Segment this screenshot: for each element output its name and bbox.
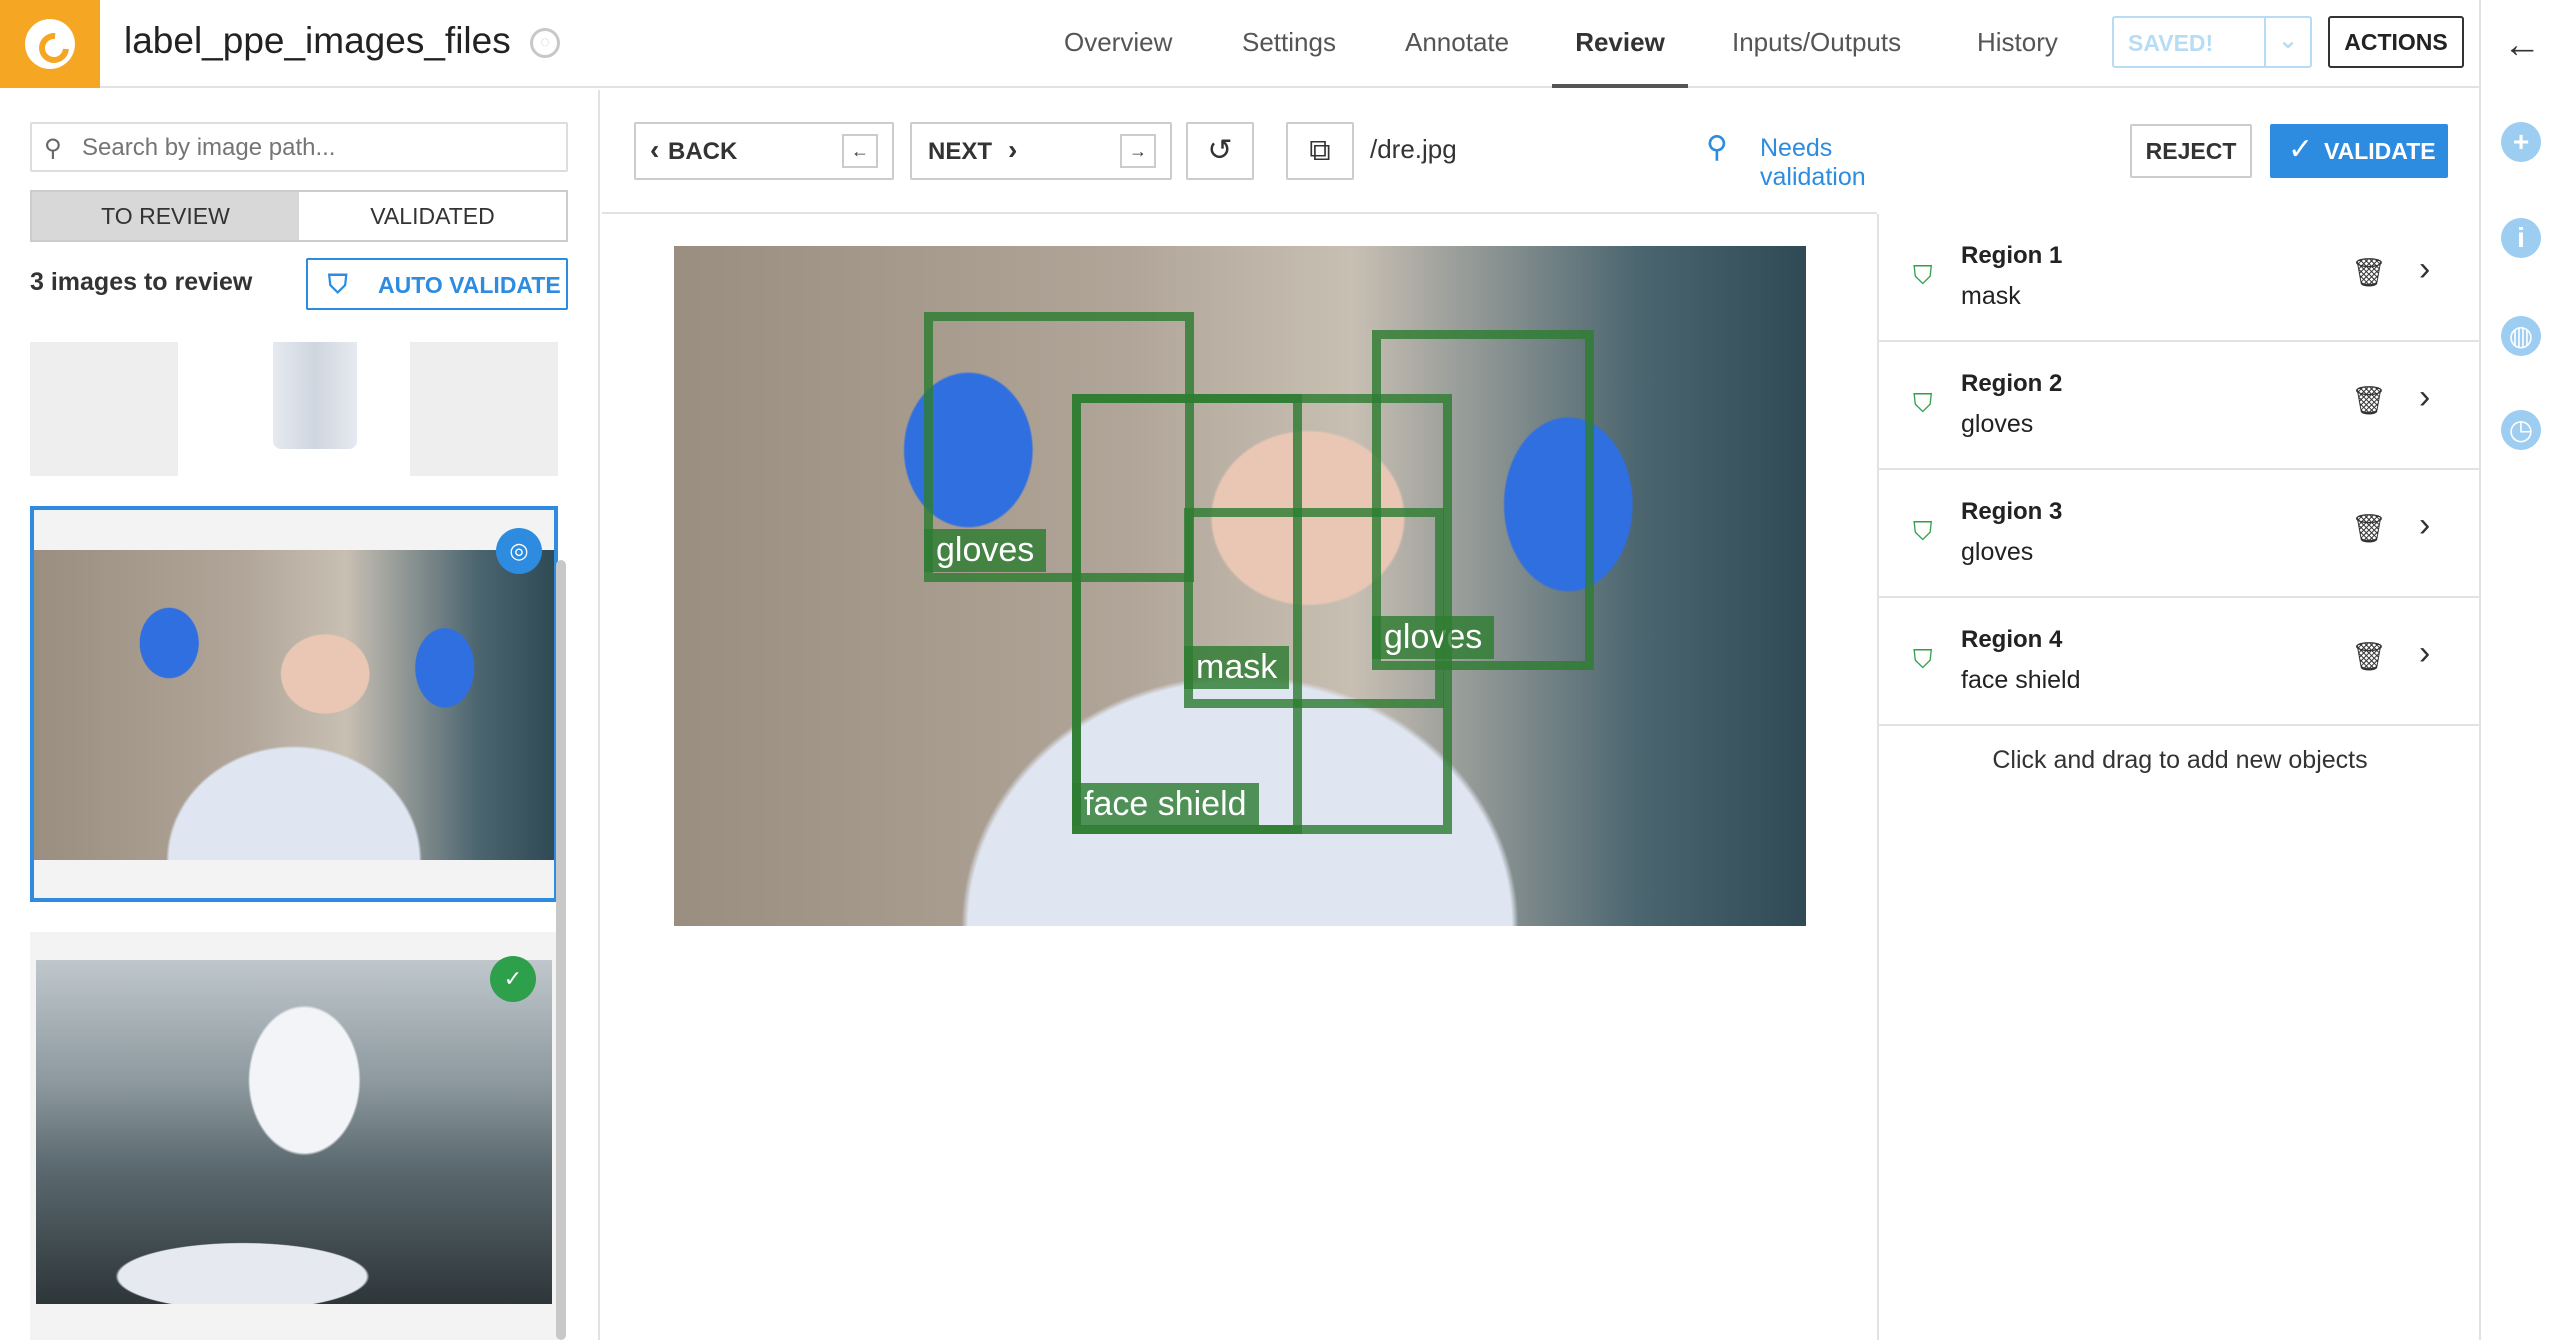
chevron-right-icon[interactable]: › — [2419, 506, 2430, 545]
image-list-panel: ⚲ TO REVIEW VALIDATED 3 images to review… — [0, 90, 600, 1340]
tab-settings[interactable]: Settings — [1242, 0, 1336, 88]
back-shortcut: ← — [842, 134, 878, 168]
copy-icon[interactable]: ⧉ — [1286, 122, 1354, 180]
validated-icon: ⛉ — [1913, 388, 1933, 418]
region-class: gloves — [1961, 538, 2034, 566]
search-icon: ⚲ — [44, 135, 62, 162]
tab-annotate[interactable]: Annotate — [1405, 0, 1509, 88]
review-tabs: TO REVIEW VALIDATED — [30, 190, 568, 242]
chevron-left-icon: ‹ — [650, 134, 660, 165]
thumbnail-image — [30, 342, 558, 476]
chat-icon[interactable]: ◍ — [2501, 316, 2541, 356]
region-item[interactable]: ⛉ Region 1 mask 🗑 › — [1879, 214, 2481, 342]
needs-validation-icon: ⚲ — [1706, 131, 1728, 164]
logo-icon — [25, 19, 75, 69]
auto-validate-label: AUTO VALIDATE — [378, 272, 561, 298]
validate-label: VALIDATE — [2324, 138, 2436, 164]
region-class: gloves — [1961, 410, 2034, 438]
thumbnail-list: ◎ ✓ — [30, 342, 568, 1340]
annotation-label: gloves — [924, 529, 1047, 572]
tab-history[interactable]: History — [1977, 0, 2058, 88]
validate-button[interactable]: ✓ VALIDATE — [2270, 124, 2448, 178]
chevron-right-icon: › — [1008, 134, 1018, 165]
validated-icon: ✓ — [490, 956, 536, 1002]
back-button[interactable]: ‹ BACK ← — [634, 122, 894, 180]
search-input[interactable] — [82, 132, 552, 164]
needs-validation-icon: ◎ — [496, 528, 542, 574]
thumbnail-item[interactable] — [30, 342, 558, 476]
annotation-box[interactable] — [1072, 394, 1452, 834]
actions-button[interactable]: ACTIONS — [2328, 16, 2464, 68]
check-icon: ✓ — [2288, 133, 2314, 166]
next-button[interactable]: NEXT › → — [910, 122, 1172, 180]
validate-shield-icon: ⛉ — [328, 269, 348, 299]
images-count: 3 images to review — [30, 268, 253, 296]
chevron-right-icon[interactable]: › — [2419, 634, 2430, 673]
saved-label: SAVED! — [2128, 30, 2214, 56]
app-root: label_ppe_images_files ◌ Overview Settin… — [0, 0, 2560, 1340]
region-name: Region 2 — [1961, 370, 2063, 397]
top-bar: label_ppe_images_files ◌ Overview Settin… — [0, 0, 2479, 88]
review-toolbar: ‹ BACK ← NEXT › → ↺ ⧉ /dre.jpg ⚲ Needs v… — [602, 90, 2448, 214]
chevron-right-icon[interactable]: › — [2419, 250, 2430, 289]
validated-icon: ⛉ — [1913, 516, 1933, 546]
tab-overview[interactable]: Overview — [1064, 0, 1172, 88]
regions-panel: ⛉ Region 1 mask 🗑 › ⛉ Region 2 gloves 🗑 … — [1877, 214, 2481, 1340]
tab-review[interactable]: Review — [1552, 0, 1688, 88]
tab-validated[interactable]: VALIDATED — [299, 192, 566, 240]
next-shortcut: → — [1120, 134, 1156, 168]
annotation-canvas[interactable]: gloves mask gloves face shield — [602, 216, 1877, 1340]
reject-button[interactable]: REJECT — [2130, 124, 2252, 178]
validated-icon: ⛉ — [1913, 260, 1933, 290]
arrow-left-icon[interactable]: ← — [2503, 24, 2541, 67]
region-class: mask — [1961, 282, 2021, 310]
thumbnail-image — [34, 550, 554, 860]
region-name: Region 3 — [1961, 498, 2063, 525]
right-rail: ← + i ◍ ◷ — [2479, 0, 2560, 1340]
region-item[interactable]: ⛉ Region 3 gloves 🗑 › — [1879, 470, 2481, 598]
saved-button[interactable]: SAVED! ⌄ — [2112, 16, 2312, 68]
region-item[interactable]: ⛉ Region 2 gloves 🗑 › — [1879, 342, 2481, 470]
tab-to-review[interactable]: TO REVIEW — [32, 192, 299, 240]
thumbnail-item[interactable]: ✓ — [30, 932, 558, 1340]
thumbnail-scrollbar[interactable] — [556, 560, 566, 1340]
region-name: Region 1 — [1961, 242, 2063, 269]
validated-icon: ⛉ — [1913, 644, 1933, 674]
saved-divider — [2264, 18, 2266, 66]
page-title: label_ppe_images_files — [124, 20, 511, 61]
annotated-image[interactable]: gloves mask gloves face shield — [674, 246, 1806, 926]
validation-status: Needs validation — [1760, 134, 1866, 191]
thumbnail-item-selected[interactable]: ◎ — [30, 506, 558, 902]
recipe-icon[interactable]: ◌ — [530, 28, 560, 58]
trash-icon[interactable]: 🗑 — [2351, 384, 2387, 417]
add-objects-hint: Click and drag to add new objects — [1992, 746, 2368, 774]
tab-inputs-outputs[interactable]: Inputs/Outputs — [1732, 0, 1901, 88]
region-item[interactable]: ⛉ Region 4 face shield 🗑 › — [1879, 598, 2481, 726]
trash-icon[interactable]: 🗑 — [2351, 256, 2387, 289]
trash-icon[interactable]: 🗑 — [2351, 512, 2387, 545]
app-logo[interactable] — [0, 0, 100, 88]
plus-icon[interactable]: + — [2501, 122, 2541, 162]
info-icon[interactable]: i — [2501, 218, 2541, 258]
search-box: ⚲ — [30, 122, 568, 172]
thumbnail-image — [36, 960, 552, 1304]
clock-icon[interactable]: ◷ — [2501, 410, 2541, 450]
image-path: /dre.jpg — [1370, 134, 1457, 164]
region-class: face shield — [1961, 666, 2081, 694]
back-label: BACK — [668, 138, 738, 165]
auto-validate-button[interactable]: ⛉ AUTO VALIDATE — [306, 258, 568, 310]
chevron-down-icon[interactable]: ⌄ — [2278, 26, 2298, 55]
trash-icon[interactable]: 🗑 — [2351, 640, 2387, 673]
undo-icon[interactable]: ↺ — [1186, 122, 1254, 180]
next-label: NEXT — [928, 138, 993, 165]
annotation-label: face shield — [1072, 783, 1259, 826]
chevron-right-icon[interactable]: › — [2419, 378, 2430, 417]
region-name: Region 4 — [1961, 626, 2063, 653]
